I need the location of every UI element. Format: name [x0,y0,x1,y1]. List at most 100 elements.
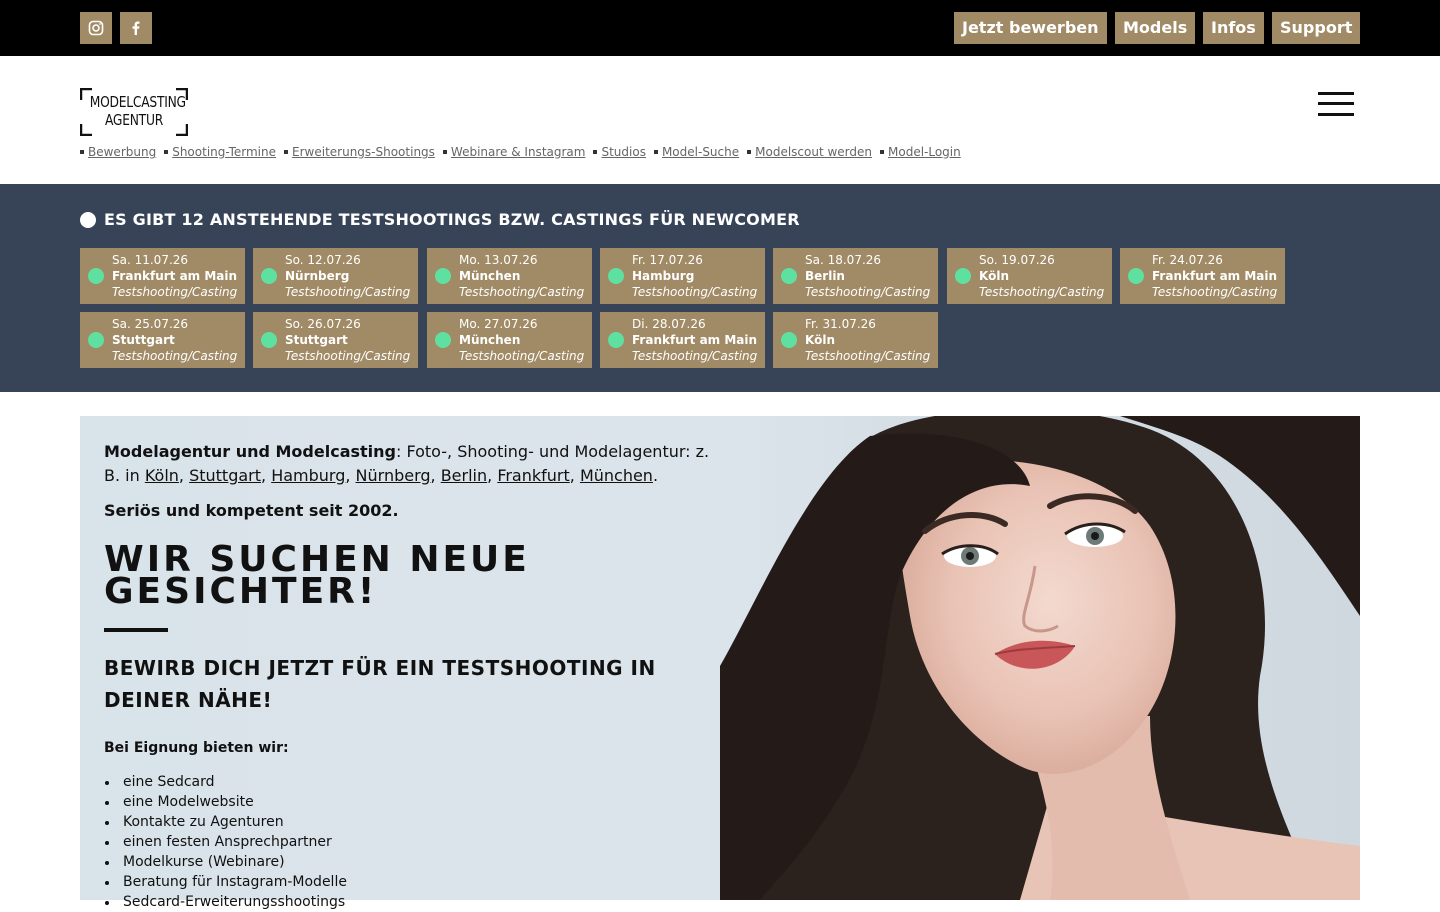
available-dot-icon [88,332,104,348]
event-card[interactable]: Fr. 17.07.26 Hamburg Testshooting/Casting [600,248,765,304]
menu-icon[interactable] [1318,92,1354,116]
city-link-koeln[interactable]: Köln [145,466,179,485]
secondary-nav: Bewerbung Shooting-Termine Erweiterungs-… [80,144,969,160]
event-type: Testshooting/Casting [459,285,585,299]
event-date: Fr. 24.07.26 [1152,253,1223,267]
event-city: Berlin [805,269,845,283]
subnav-link-model-login[interactable]: Model-Login [888,145,961,159]
logo-line-1: MODELCASTING [89,93,186,111]
event-date: So. 19.07.26 [979,253,1055,267]
subnav-item: Shooting-Termine [164,145,276,159]
subnav-item: Erweiterungs-Shootings [284,145,435,159]
event-type: Testshooting/Casting [1152,285,1278,299]
event-card[interactable]: Mo. 13.07.26 München Testshooting/Casting [427,248,592,304]
list-item: Kontakte zu Agenturen [104,812,347,832]
subnav-item: Model-Suche [653,145,739,159]
event-card[interactable]: Fr. 31.07.26 Köln Testshooting/Casting [773,312,938,368]
intro-bold: Modelagentur und Modelcasting [104,442,396,461]
subnav-link-model-suche[interactable]: Model-Suche [662,145,739,159]
hero-headline: WIR SUCHEN NEUE GESICHTER! [104,539,530,612]
event-date: Fr. 31.07.26 [805,317,876,331]
models-button[interactable]: Models [1115,12,1196,44]
event-city: Köln [805,333,835,347]
event-date: So. 12.07.26 [285,253,361,267]
available-dot-icon [608,268,624,284]
city-link-nuernberg[interactable]: Nürnberg [356,466,431,485]
available-dot-icon [261,332,277,348]
event-card[interactable]: Fr. 24.07.26 Frankfurt am Main Testshootin… [1120,248,1285,304]
event-card[interactable]: Di. 28.07.26 Frankfurt am Main Testshootin… [600,312,765,368]
event-card[interactable]: So. 12.07.26 Nürnberg Testshooting/Casting [253,248,418,304]
event-date: Mo. 27.07.26 [459,317,538,331]
city-link-frankfurt[interactable]: Frankfurt [497,466,569,485]
subnav-item: Bewerbung [80,145,156,159]
subnav-link-erweiterungs-shootings[interactable]: Erweiterungs-Shootings [292,145,435,159]
available-dot-icon [435,332,451,348]
event-type: Testshooting/Casting [285,285,411,299]
event-card[interactable]: So. 26.07.26 Stuttgart Testshooting/Castin… [253,312,418,368]
event-type: Testshooting/Casting [112,349,238,363]
event-type: Testshooting/Casting [632,349,758,363]
event-card[interactable]: Sa. 25.07.26 Stuttgart Testshooting/Castin… [80,312,245,368]
subnav-link-modelscout[interactable]: Modelscout werden [755,145,872,159]
event-type: Testshooting/Casting [112,285,238,299]
list-item: eine Sedcard [104,772,347,792]
event-city: Nürnberg [285,269,350,283]
event-city: München [459,269,521,283]
divider [104,628,168,632]
subnav-item: Webinare & Instagram [442,145,586,159]
list-item: Sedcard-Erweiterungsshootings [104,892,347,912]
event-date: Fr. 17.07.26 [632,253,703,267]
event-date: Mo. 13.07.26 [459,253,538,267]
event-date: Sa. 11.07.26 [112,253,189,267]
logo-line-2: AGENTUR [104,111,164,129]
event-city: Frankfurt am Main [112,269,238,283]
event-date: Di. 28.07.26 [632,317,706,331]
event-card[interactable]: Sa. 18.07.26 Berlin Testshooting/Casting [773,248,938,304]
city-link-muenchen[interactable]: München [580,466,653,485]
event-city: Frankfurt am Main [632,333,758,347]
available-dot-icon [88,268,104,284]
event-card[interactable]: Sa. 11.07.26 Frankfurt am Main Testshootin… [80,248,245,304]
status-dot-icon [80,211,96,228]
list-item: Beratung für Instagram-Modelle [104,872,347,892]
city-link-hamburg[interactable]: Hamburg [271,466,345,485]
event-type: Testshooting/Casting [979,285,1105,299]
event-city: München [459,333,521,347]
city-link-berlin[interactable]: Berlin [441,466,487,485]
event-city: Frankfurt am Main [1152,269,1278,283]
site-logo[interactable]: MODELCASTING AGENTUR [80,88,188,136]
hero-intro-text: Modelagentur und Modelcasting: Foto-, Sh… [104,442,710,485]
apply-button[interactable]: Jetzt bewerben [954,12,1107,44]
subnav-link-studios[interactable]: Studios [601,145,645,159]
support-button[interactable]: Support [1272,12,1361,44]
subnav-link-bewerbung[interactable]: Bewerbung [88,145,156,159]
subnav-item: Studios [593,145,646,159]
facebook-icon[interactable] [120,12,152,44]
event-type: Testshooting/Casting [459,349,585,363]
event-card[interactable]: Mo. 27.07.26 München Testshooting/Casting [427,312,592,368]
list-item: eine Modelwebsite [104,792,347,812]
instagram-icon[interactable] [80,12,112,44]
event-card[interactable]: So. 19.07.26 Köln Testshooting/Casting [947,248,1112,304]
infos-button[interactable]: Infos [1203,12,1264,44]
list-item: einen festen Ansprechpartner [104,832,347,852]
event-city: Stuttgart [112,333,175,347]
event-city: Köln [979,269,1009,283]
model-portrait-image [720,416,1360,900]
events-title-text: ES GIBT 12 ANSTEHENDE TESTSHOOTINGS BZW.… [104,210,800,229]
event-date: Sa. 25.07.26 [112,317,189,331]
subnav-link-shooting-termine[interactable]: Shooting-Termine [172,145,276,159]
available-dot-icon [1128,268,1144,284]
since-text: Seriös und kompetent seit 2002. [104,501,399,520]
top-bar: Jetzt bewerben Models Infos Support [0,0,1440,56]
event-type: Testshooting/Casting [805,349,931,363]
available-dot-icon [781,268,797,284]
subnav-link-webinare[interactable]: Webinare & Instagram [451,145,586,159]
event-city: Stuttgart [285,333,348,347]
offer-title: Bei Eignung bieten wir: [104,740,289,756]
available-dot-icon [955,268,971,284]
event-date: Sa. 18.07.26 [805,253,882,267]
city-link-stuttgart[interactable]: Stuttgart [189,466,261,485]
event-date: So. 26.07.26 [285,317,361,331]
